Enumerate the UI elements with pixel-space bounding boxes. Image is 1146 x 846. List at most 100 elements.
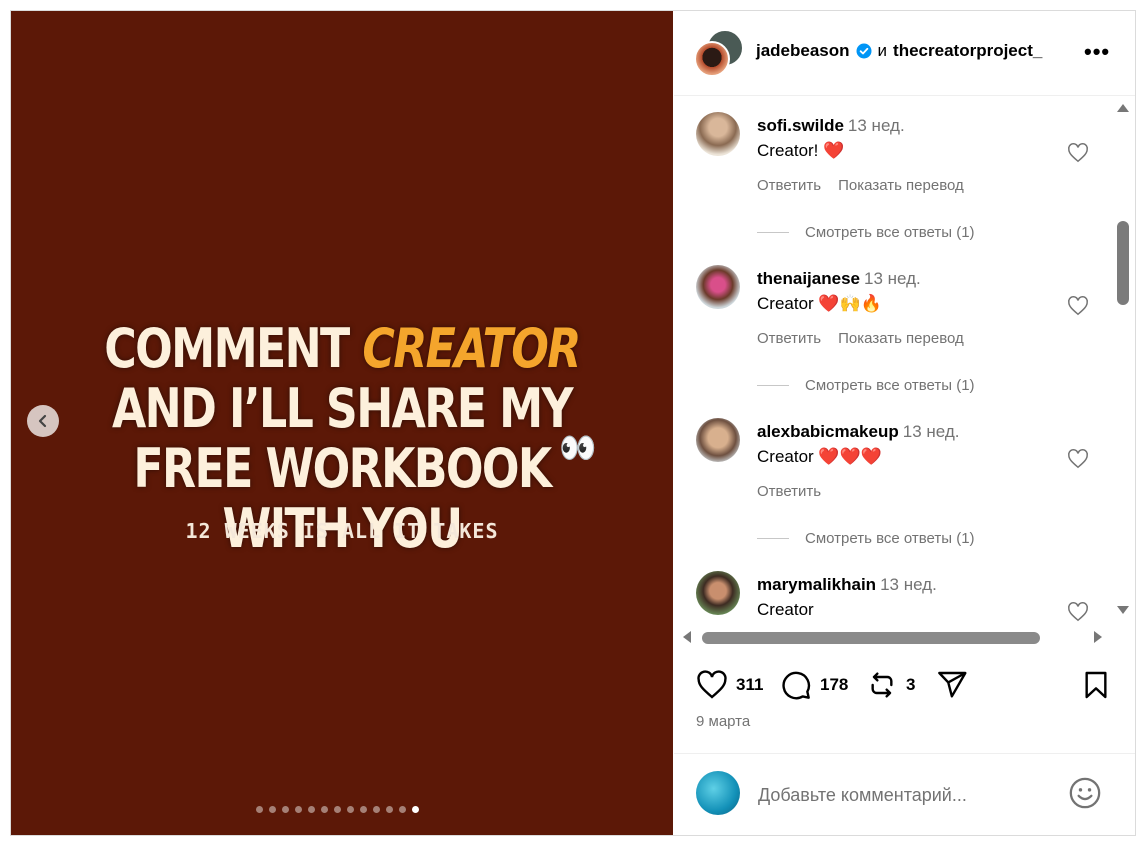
comment-time: 13 нед. (902, 422, 960, 441)
save-button[interactable] (1080, 669, 1112, 701)
heart-icon[interactable] (1067, 142, 1089, 164)
add-comment-row (674, 766, 1135, 822)
post-side-panel: jadebeason и thecreatorproject_ ••• sofi… (674, 11, 1135, 835)
view-replies-label: Смотреть все ответы (1) (805, 530, 975, 547)
chevron-left-icon (38, 414, 47, 428)
more-options-button[interactable]: ••• (1084, 39, 1110, 65)
slide-dot (347, 806, 354, 813)
comment-time: 13 нед. (864, 269, 921, 288)
share-button[interactable] (936, 669, 968, 701)
scroll-up-arrow-icon[interactable] (1117, 104, 1129, 112)
scroll-right-arrow-icon[interactable] (1094, 631, 1102, 643)
show-translation-button[interactable]: Показать перевод (838, 330, 964, 347)
commenter-name: marymalikhain 13 нед. (757, 575, 937, 595)
slide-dot (360, 806, 367, 813)
paper-plane-icon (938, 671, 967, 698)
slide-dot (412, 806, 419, 813)
comments-count: 178 (820, 675, 849, 694)
commenter-link[interactable]: alexbabicmakeup (757, 422, 899, 441)
show-translation-button[interactable]: Показать перевод (838, 177, 964, 194)
comments-list[interactable]: sofi.swilde 13 нед. Creator! ❤️ Ответить … (674, 96, 1111, 633)
previous-slide-button[interactable] (27, 405, 59, 437)
verified-badge-icon (856, 43, 872, 59)
likes-count: 311 (736, 675, 764, 694)
slide-dot (282, 806, 289, 813)
view-replies-button[interactable]: Смотреть все ответы (1) (757, 530, 975, 547)
eyes-emoji: 👀 (559, 432, 597, 465)
comment-text: Creator (757, 600, 814, 619)
slide-dot (295, 806, 302, 813)
comment-item: alexbabicmakeup 13 нед. Creator ❤️❤️❤️ От… (674, 402, 1111, 555)
comment-button[interactable]: 178 (780, 669, 848, 701)
scroll-left-arrow-icon[interactable] (683, 631, 691, 643)
commenter-name: alexbabicmakeup 13 нед. (757, 422, 960, 442)
commenter-link[interactable]: marymalikhain (757, 575, 876, 594)
headline-accent: CREATOR (362, 317, 581, 380)
like-button[interactable]: 311 (696, 669, 763, 701)
comment-item: marymalikhain 13 нед. Creator (674, 555, 1111, 633)
bookmark-icon (1085, 671, 1107, 699)
reply-button[interactable]: Ответить (757, 330, 821, 347)
comment-bubble-icon (782, 671, 811, 700)
commenter-avatar[interactable] (696, 112, 740, 156)
post-actions-bar: 311 178 3 (674, 663, 1135, 707)
view-replies-label: Смотреть все ответы (1) (805, 377, 975, 394)
slide-dot (399, 806, 406, 813)
commenter-avatar[interactable] (696, 265, 740, 309)
comment-actions: Ответить (757, 483, 821, 500)
comment-actions: Ответить Показать перевод (757, 177, 964, 194)
commenter-link[interactable]: sofi.swilde (757, 116, 844, 135)
coauthor-link[interactable]: thecreatorproject_ (893, 41, 1042, 61)
heart-icon[interactable] (1067, 601, 1089, 623)
post-date[interactable]: 9 марта (696, 713, 750, 730)
current-user-avatar[interactable] (696, 771, 740, 815)
vertical-scrollbar[interactable] (1111, 96, 1135, 633)
slide-subline: 12 WEEKS IS ALL IT TAKES (185, 519, 499, 543)
slide-dot (269, 806, 276, 813)
scroll-down-arrow-icon[interactable] (1117, 606, 1129, 614)
post-media-slide[interactable]: COMMENT CREATOR AND I’LL SHARE MY FREE W… (11, 11, 673, 835)
author-link[interactable]: jadebeason (756, 41, 850, 61)
emoji-smile-icon[interactable] (1068, 776, 1102, 810)
comment-text: Creator ❤️❤️❤️ (757, 447, 882, 466)
heart-icon[interactable] (1067, 448, 1089, 470)
headline-pre: COMMENT (104, 317, 363, 380)
replies-divider (757, 385, 789, 386)
add-comment-input[interactable] (756, 780, 1050, 810)
reply-button[interactable]: Ответить (757, 483, 821, 500)
reply-button[interactable]: Ответить (757, 177, 821, 194)
repost-button[interactable]: 3 (866, 669, 915, 701)
view-replies-button[interactable]: Смотреть все ответы (1) (757, 377, 975, 394)
divider (674, 753, 1135, 754)
horizontal-scroll-thumb[interactable] (702, 632, 1040, 644)
commenter-name: sofi.swilde 13 нед. (757, 116, 905, 136)
slide-dot (334, 806, 341, 813)
vertical-scroll-thumb[interactable] (1117, 221, 1129, 305)
heart-icon (697, 670, 727, 699)
comment-text: Creator! ❤️ (757, 141, 845, 160)
author-avatar[interactable] (694, 41, 730, 77)
comment-item: sofi.swilde 13 нед. Creator! ❤️ Ответить … (674, 96, 1111, 249)
post-header: jadebeason и thecreatorproject_ ••• (674, 11, 1135, 96)
heart-icon[interactable] (1067, 295, 1089, 317)
horizontal-scrollbar[interactable] (674, 625, 1111, 649)
commenter-avatar[interactable] (696, 571, 740, 615)
view-replies-label: Смотреть все ответы (1) (805, 224, 975, 241)
reposts-count: 3 (906, 675, 916, 694)
comment-actions: Ответить Показать перевод (757, 330, 964, 347)
replies-divider (757, 232, 789, 233)
view-replies-button[interactable]: Смотреть все ответы (1) (757, 224, 975, 241)
comment-time: 13 нед. (847, 116, 905, 135)
comment-time: 13 нед. (880, 575, 937, 594)
commenter-link[interactable]: thenaijanese (757, 269, 860, 288)
author-avatars[interactable] (694, 29, 744, 77)
comment-text: Creator ❤️🙌🔥 (757, 294, 882, 313)
slide-dot (256, 806, 263, 813)
slide-dot (321, 806, 328, 813)
slide-dot (308, 806, 315, 813)
author-names: jadebeason и thecreatorproject_ (756, 41, 1042, 61)
slide-indicator (256, 806, 419, 813)
commenter-avatar[interactable] (696, 418, 740, 462)
author-conjunction: и (877, 41, 888, 60)
slide-dot (373, 806, 380, 813)
